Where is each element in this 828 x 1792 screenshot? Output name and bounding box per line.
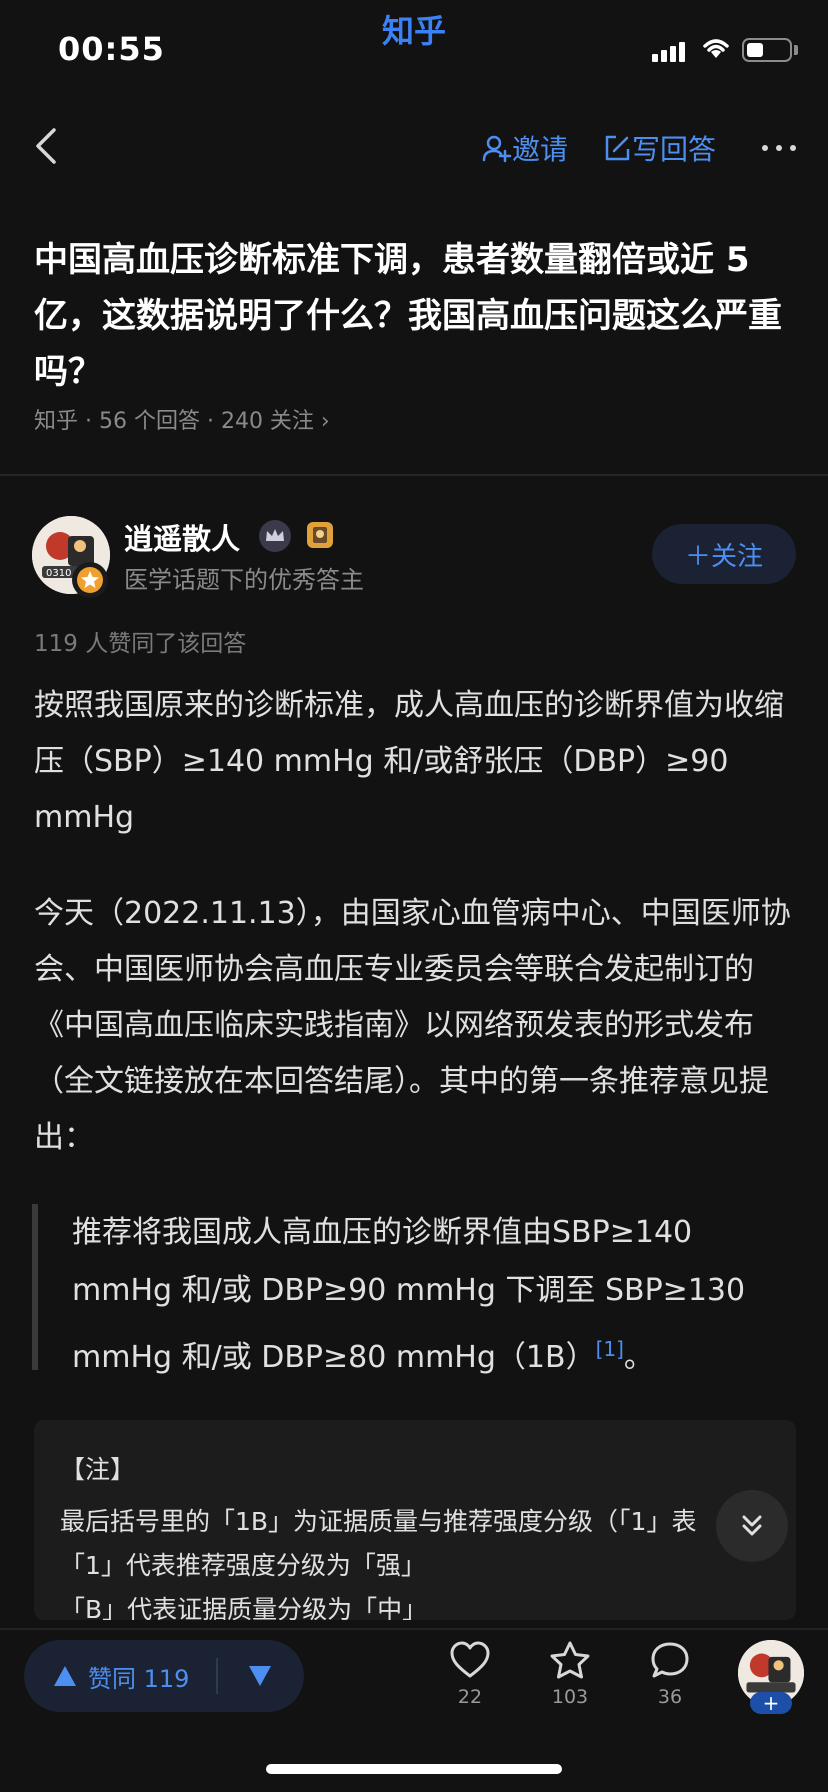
note-line-2: 「1」代表推荐强度分级为「强」 <box>60 1551 426 1580</box>
reference-link[interactable]: [1] <box>596 1337 624 1361</box>
comment-bubble-icon <box>651 1642 689 1678</box>
like-count: 22 <box>457 1686 483 1708</box>
write-answer-button[interactable]: 写回答 <box>602 128 716 168</box>
back-button[interactable] <box>28 122 68 170</box>
battery-cap <box>794 45 798 55</box>
blockquote: 推荐将我国成人高血压的诊断界值由SBP≥140 mmHg 和/或 DBP≥90 … <box>72 1204 796 1387</box>
invite-button[interactable]: 邀请 <box>482 128 568 168</box>
author-name[interactable]: 逍遥散人 <box>124 516 240 558</box>
upvote-label: 赞同 119 <box>88 1664 190 1693</box>
crown-icon <box>259 520 291 552</box>
follow-button[interactable]: ＋关注 <box>652 524 796 584</box>
note-line-1: 最后括号里的「1B」为证据质量与推荐强度分级（「1」表 <box>60 1507 697 1536</box>
scroll-down-button[interactable] <box>716 1490 788 1562</box>
invite-label: 邀请 <box>512 133 569 166</box>
note-line-3: 「B」代表证据质量分级为「中」 <box>60 1595 428 1620</box>
verified-badge-icon <box>72 562 108 598</box>
favorite-button[interactable]: 103 <box>535 1640 605 1708</box>
header-divider <box>0 474 828 476</box>
comment-button[interactable]: 36 <box>635 1640 705 1708</box>
answer-paragraph-1: 按照我国原来的诊断标准，成人高血压的诊断界值为收缩压（SBP）≥140 mmHg… <box>34 688 784 835</box>
write-answer-label: 写回答 <box>632 133 717 166</box>
medal-icon <box>307 522 333 548</box>
triangle-down-icon <box>249 1666 271 1686</box>
quote-end: 。 <box>623 1340 654 1375</box>
heart-icon <box>450 1641 490 1678</box>
question-title[interactable]: 中国高血压诊断标准下调，患者数量翻倍或近 5 亿，这数据说明了什么？我国高血压问… <box>34 232 794 400</box>
double-chevron-down-icon <box>742 1515 762 1536</box>
wifi-icon <box>703 39 729 58</box>
cellular-signal-icon <box>652 40 688 62</box>
upvote-button[interactable]: 赞同 119 <box>52 1640 189 1712</box>
comment-count: 36 <box>657 1686 683 1708</box>
note-card: 【注】 最后括号里的「1B」为证据质量与推荐强度分级（「1」表 「1」代表推荐强… <box>34 1420 796 1620</box>
note-title: 【注】 <box>60 1455 136 1484</box>
quote-bar <box>32 1204 38 1370</box>
star-icon <box>550 1641 590 1679</box>
more-options-icon[interactable] <box>762 136 802 160</box>
author-description: 医学话题下的优秀答主 <box>124 566 364 594</box>
svg-text:0310: 0310 <box>46 568 71 579</box>
follow-plus-badge[interactable]: + <box>750 1692 792 1714</box>
favorite-count: 103 <box>551 1686 589 1708</box>
vote-separator <box>216 1658 218 1694</box>
likes-summary: 119 人赞同了该回答 <box>34 631 247 657</box>
downvote-button[interactable] <box>240 1640 280 1712</box>
battery-icon <box>742 38 792 62</box>
edit-icon <box>605 135 630 161</box>
like-button[interactable]: 22 <box>435 1640 505 1708</box>
home-indicator <box>266 1764 562 1774</box>
triangle-up-icon <box>54 1666 76 1686</box>
question-meta[interactable]: 知乎 · 56 个回答 · 240 关注 › <box>34 403 330 435</box>
invite-user-icon <box>482 135 512 163</box>
answer-paragraph-2: 今天（2022.11.13），由国家心血管病中心、中国医师协会、中国医师协会高血… <box>34 896 791 1155</box>
